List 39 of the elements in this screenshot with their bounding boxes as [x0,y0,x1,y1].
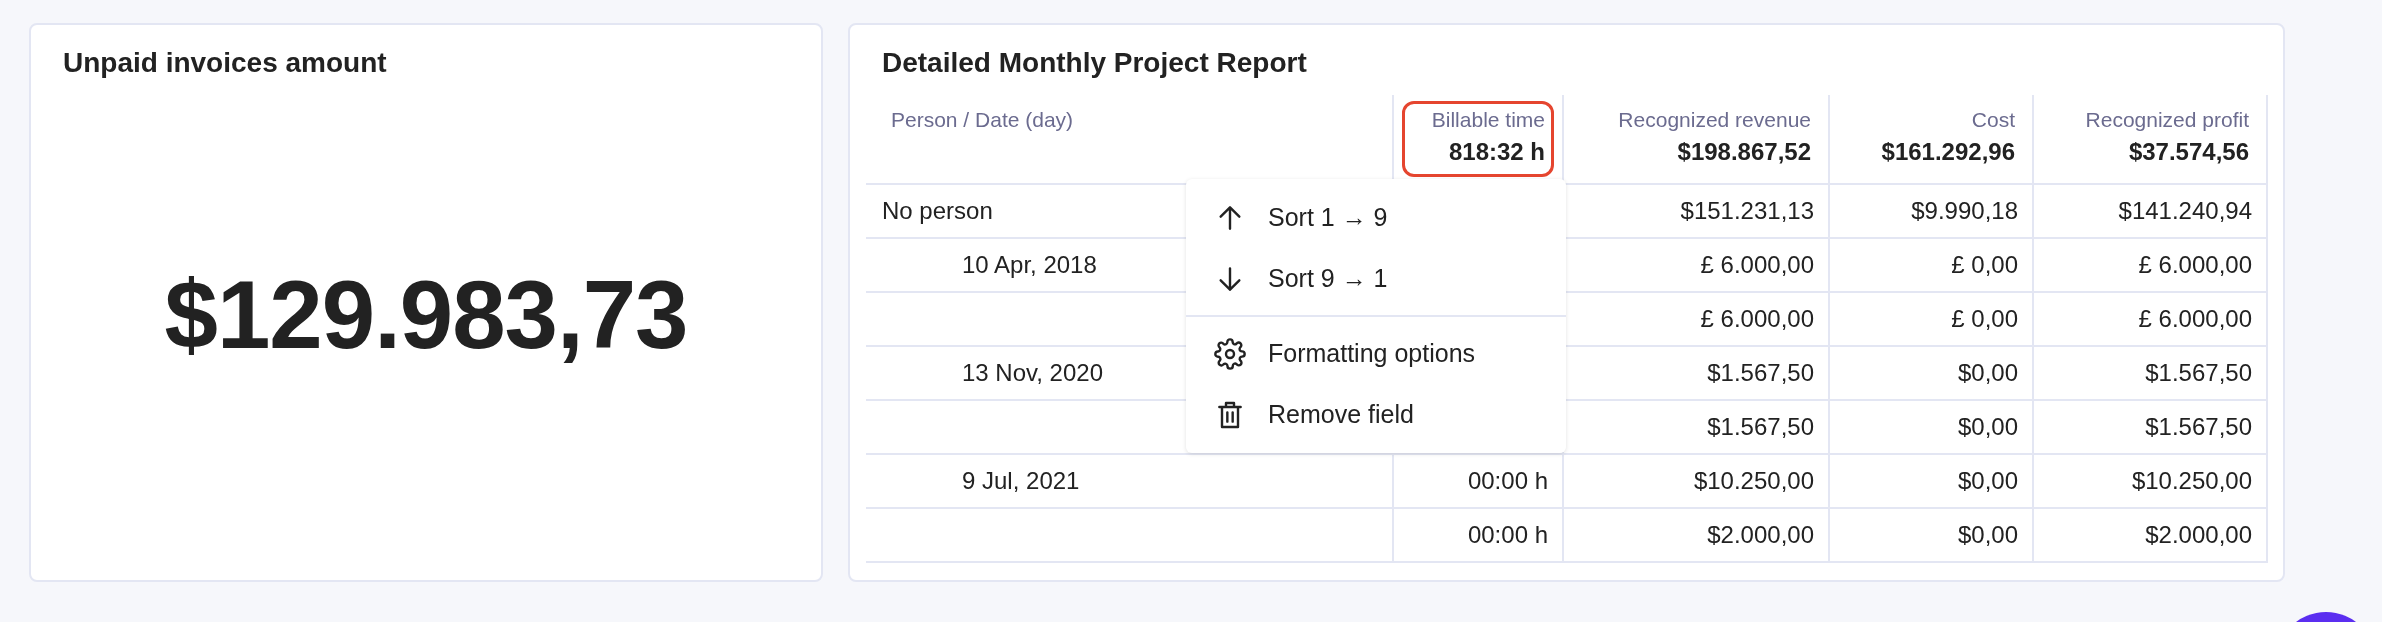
menu-item[interactable]: Sort 1 → 9 [1186,187,1566,248]
table-cell: $1.567,50 [2145,359,2252,387]
table-cell: £ 6.000,00 [1700,305,1814,333]
card-title: Detailed Monthly Project Report [881,46,1308,80]
table-cell: $1.567,50 [1707,413,1814,441]
menu-item[interactable]: Remove field [1186,384,1566,445]
table-cell: $0,00 [1957,359,2018,387]
column-header[interactable]: Recognized profit $37.574,56 [2042,101,2258,177]
column-header[interactable]: Cost $161.292,96 [1838,101,2024,177]
table-cell: $141.240,94 [2118,197,2252,225]
column-header[interactable]: Recognized revenue $198.867,52 [1572,101,1820,177]
menu-item[interactable]: Sort 9 → 1 [1186,248,1566,309]
table-cell: 9 Jul, 2021 [962,467,1080,495]
table-cell: No person [882,197,993,225]
settings-icon [1214,337,1246,370]
table-cell: 13 Nov, 2020 [962,359,1103,387]
menu-item[interactable]: Formatting options [1186,323,1566,384]
table-cell: $151.231,13 [1680,197,1814,225]
table-cell: £ 6.000,00 [2138,305,2252,333]
table-cell: $0,00 [1957,413,2018,441]
table-cell: $0,00 [1957,467,2018,495]
table-cell: $9.990,18 [1911,197,2018,225]
table-cell: £ 6.000,00 [1700,251,1814,279]
card-title: Unpaid invoices amount [62,46,388,79]
table-cell: £ 0,00 [1951,305,2018,333]
table-cell: $1.567,50 [1707,359,1814,387]
column-header[interactable]: Person / Date (day) [882,101,1384,177]
table-cell: $2.000,00 [1707,521,1814,549]
table-cell: $10.250,00 [2131,467,2252,495]
amount-value: $129.983,73 [164,259,688,370]
table-cell: 10 Apr, 2018 [962,251,1097,279]
table-cell: 00:00 h [1467,521,1548,549]
table-cell: $2.000,00 [2145,521,2252,549]
table-cell: $1.567,50 [2145,413,2252,441]
table-cell: $10.250,00 [1693,467,1814,495]
table-cell: £ 6.000,00 [2138,251,2252,279]
table-cell: $0,00 [1957,521,2018,549]
table-cell: £ 0,00 [1951,251,2018,279]
table-cell: 00:00 h [1467,467,1548,495]
